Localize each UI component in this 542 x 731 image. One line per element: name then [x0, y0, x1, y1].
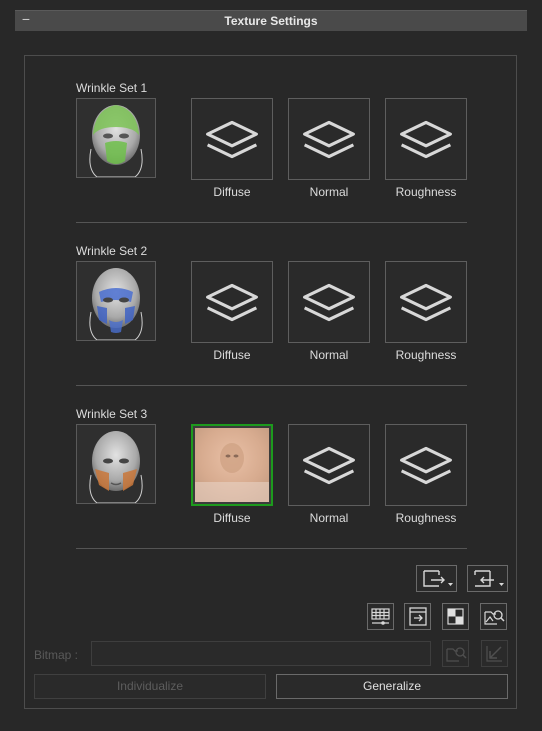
roughness-label: Roughness	[395, 348, 457, 362]
roughness-slot[interactable]	[385, 261, 467, 343]
normal-label: Normal	[309, 348, 349, 362]
diffuse-slot[interactable]	[191, 424, 273, 506]
face-orange-icon[interactable]	[76, 424, 156, 504]
image-search-icon	[484, 610, 505, 625]
wrinkle-set-1: Wrinkle Set 1 Diffuse Normal Roughness	[76, 81, 468, 221]
bitmap-label: Bitmap :	[34, 648, 79, 662]
browse-image-button[interactable]	[480, 603, 507, 630]
generalize-button[interactable]: Generalize	[276, 674, 508, 699]
roughness-label: Roughness	[395, 185, 457, 199]
diffuse-label: Diffuse	[213, 185, 251, 199]
normal-slot[interactable]	[288, 98, 370, 180]
bitmap-path-field[interactable]	[91, 641, 431, 666]
checker-button[interactable]	[442, 603, 469, 630]
checker-icon	[447, 608, 464, 625]
grid-icon	[371, 608, 390, 625]
wrinkle-set-label: Wrinkle Set 3	[76, 407, 148, 421]
wrinkle-set-label: Wrinkle Set 1	[76, 81, 148, 95]
panel-title: Texture Settings	[224, 14, 318, 28]
window-arrow-icon	[409, 607, 427, 626]
layers-icon	[192, 262, 272, 342]
layers-icon	[289, 262, 369, 342]
diffuse-label: Diffuse	[213, 511, 251, 525]
normal-label: Normal	[309, 185, 349, 199]
grid-settings-button[interactable]	[367, 603, 394, 630]
wrinkle-set-2: Wrinkle Set 2 Diffuse Normal Roughness	[76, 244, 468, 384]
import-dropdown-button[interactable]	[467, 565, 508, 592]
layers-icon	[386, 262, 466, 342]
image-search-icon	[446, 647, 467, 662]
individualize-button[interactable]: Individualize	[34, 674, 266, 699]
divider	[76, 385, 467, 386]
face-green-icon[interactable]	[76, 98, 156, 178]
panel-titlebar[interactable]: − Texture Settings	[15, 10, 527, 31]
export-icon	[423, 570, 453, 587]
roughness-slot[interactable]	[385, 424, 467, 506]
layers-icon	[386, 99, 466, 179]
divider	[76, 222, 467, 223]
bitmap-import-button[interactable]	[481, 640, 508, 667]
normal-slot[interactable]	[288, 261, 370, 343]
wrinkle-set-label: Wrinkle Set 2	[76, 244, 148, 258]
diffuse-label: Diffuse	[213, 348, 251, 362]
layers-icon	[289, 425, 369, 505]
diffuse-slot[interactable]	[191, 261, 273, 343]
import-icon	[474, 570, 504, 587]
layers-icon	[192, 99, 272, 179]
diffuse-slot[interactable]	[191, 98, 273, 180]
normal-slot[interactable]	[288, 424, 370, 506]
layers-icon	[386, 425, 466, 505]
export-dropdown-button[interactable]	[416, 565, 457, 592]
face-blue-icon[interactable]	[76, 261, 156, 341]
import-arrow-icon	[486, 646, 502, 662]
diffuse-texture-icon	[195, 428, 269, 502]
roughness-label: Roughness	[395, 511, 457, 525]
wrinkle-set-3: Wrinkle Set 3 Diffuse Normal Roughness	[76, 407, 468, 547]
divider	[76, 548, 467, 549]
bitmap-browse-button[interactable]	[442, 640, 469, 667]
roughness-slot[interactable]	[385, 98, 467, 180]
layers-icon	[289, 99, 369, 179]
normal-label: Normal	[309, 511, 349, 525]
window-load-button[interactable]	[404, 603, 431, 630]
